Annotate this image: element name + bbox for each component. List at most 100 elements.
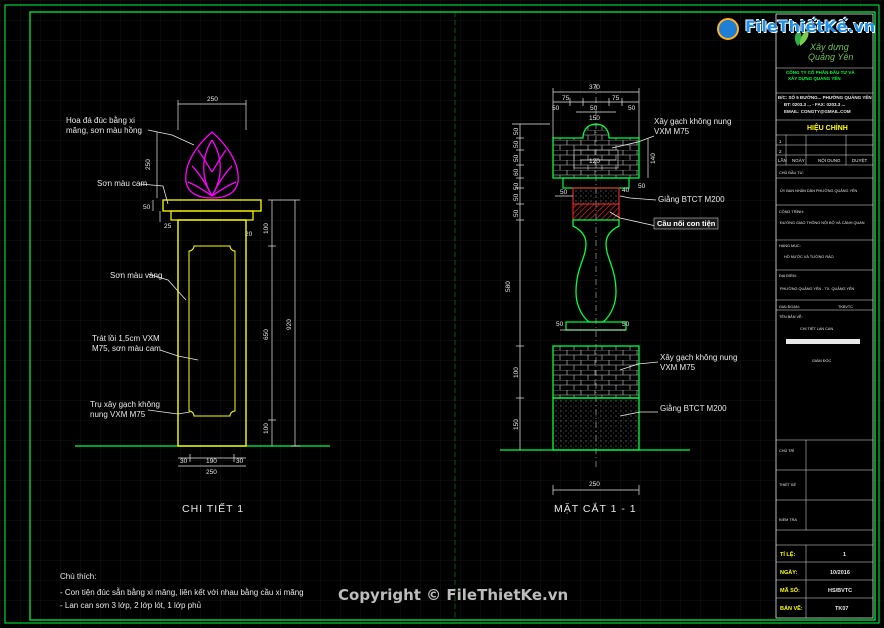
dim-cap-140: 140 [650,153,657,164]
dim-finial-h: 250 [145,159,152,170]
dim-left-50d: 50 [513,193,520,201]
dim-left-580: 580 [505,281,512,292]
label-beam-bot: Giằng BTCT M200 [660,404,727,413]
dim-side-40: 40 [622,187,630,194]
logo-text: FileThiếtKế.vn [745,17,876,36]
label-finial-line1: Hoa đá đúc bằng xi [66,116,135,125]
logo-badge-icon [717,18,739,40]
dim-top-50b: 50 [590,105,598,112]
dim-bot-total: 250 [206,469,217,476]
company-row-3: Đ/C: SỐ 5 ĐƯỜNG... PHƯỜNG QUẢNG YÊN [778,93,872,100]
rev-header-4: DUYỆT [852,156,868,163]
dim-top-75a: 75 [562,95,570,102]
section-title: MẶT CẮT 1 - 1 [554,502,637,515]
rev-header-1: LẦN [778,157,787,163]
dim-inner-120: 120 [589,158,600,165]
field-location-label: ĐỊA ĐIỂM: [779,273,797,278]
label-body-line2: nung VXM M75 [90,410,146,419]
label-beam-top: Giằng BTCT M200 [658,195,725,204]
label-brick-bot-line2: VXM M75 [660,363,696,372]
meta-code-value: HS/BVTC [828,588,852,594]
dim-panel-h: 650 [263,329,270,340]
meta-sheet-label: BẢN VẼ: [780,605,803,612]
dim-left-50c: 50 [513,154,520,162]
company-row-4: ĐT: 0203.3 ... - FAX: 0203.3 ... [784,102,845,107]
sign-row-3: KIỂM TRA [779,517,797,522]
dim-left-50b: 50 [513,140,520,148]
label-yellow: Sơn màu vàng [110,271,162,280]
field-director: GIÁM ĐỐC [812,358,831,363]
rev-header-2: NGÀY [792,157,805,163]
dim-top-width: 250 [207,96,218,103]
grid-background [0,0,884,628]
company-row-2: XÂY DỰNG QUẢNG YÊN [788,74,841,81]
label-baluster: Cầu nối con tiện [657,219,716,228]
dim-base-h: 100 [263,423,270,434]
dim-top-50a: 50 [552,105,560,112]
company-row-1: CÔNG TY CỔ PHẦN ĐẦU TƯ VÀ [786,68,855,75]
label-finial-line2: măng, sơn màu hồng [66,126,142,135]
dim-left-150: 150 [513,419,520,430]
field-item-label: HẠNG MỤC: [779,244,801,248]
revision-heading: HIỆU CHỈNH [807,123,848,132]
company-name-line1: Xây dựng [809,42,849,52]
dim-left-100: 100 [513,367,520,378]
label-brick-top-line1: Xây gạch không nung [654,117,731,126]
label-brick-top-line2: VXM M75 [654,127,690,136]
label-brick-bot-line1: Xây gạch không nung [660,353,737,362]
dim-side-50: 50 [638,183,646,190]
top-beam [572,187,620,205]
dim-top-total: 370 [589,84,600,91]
field-owner-value: ỦY BAN NHÂN DÂN PHƯỜNG QUẢNG YÊN [780,188,858,193]
sign-row-2: THIẾT KẾ [779,482,796,487]
field-drawing-label: TÊN BẢN VẼ: [779,314,803,319]
dim-inner-150: 150 [589,115,600,122]
dim-top-75b: 75 [612,95,620,102]
field-owner-label: CHỦ ĐẦU TƯ: [779,170,804,175]
company-name-line2: Quảng Yên [808,52,853,62]
field-project-value: ĐƯỜNG GIAO THÔNG NỘI BỘ VÀ CẢNH QUAN [780,220,865,225]
detail-1-title: CHI TIẾT 1 [182,502,244,515]
dim-bottom-total: 250 [589,481,600,488]
field-phase-value: TKBVTC [838,305,853,309]
lower-brick [552,345,640,399]
dim-bot-left: 30 [180,458,188,465]
note-item-1: - Con tiện đúc sẵn bằng xi măng, liên kế… [60,588,304,597]
dim-left-60: 60 [513,168,520,176]
filethietke-logo: FileThiếtKế.vn [717,16,875,42]
dim-left-50a: 50 [513,127,520,135]
dim-bot-mid: 190 [206,458,217,465]
copyright-watermark: Copyright © FileThietKe.vn [338,586,569,604]
dim-bot-right: 30 [236,458,244,465]
label-plaster-line1: Trát lồi 1,5cm VXM [92,334,160,343]
field-project-label: CÔNG TRÌNH: [779,209,804,214]
dim-cap-h: 50 [143,204,151,211]
notes-heading: Chú thích: [60,572,96,581]
dim-top-panel-h: 100 [263,223,270,234]
dim-small-20: 20 [245,231,253,238]
field-item-value: HỒ NƯỚC VÀ TƯỜNG RÀO [784,254,834,259]
field-phase-label: GIAI ĐOẠN: [779,305,800,309]
cad-drawing-canvas: Hoa đá đúc bằng xi măng, sơn màu hồng Sơ… [0,0,884,628]
dim-left-50f: 50 [513,182,520,190]
label-cap: Sơn màu cam [97,179,147,188]
label-plaster-line2: M75, sơn màu cam [92,344,161,353]
rev-header-3: NỘI DUNG [818,157,841,163]
sign-row-1: CHỦ TRÌ [779,448,794,453]
dim-total-h: 920 [286,319,293,330]
field-drawing-value: CHI TIẾT LAN CAN [800,326,833,331]
meta-code-label: MÃ SỐ: [780,587,800,594]
meta-date-label: NGÀY: [780,569,797,576]
label-body-line1: Trụ xây gạch không [90,400,160,409]
dim-beam-50: 50 [560,189,568,196]
dim-cap-off: 25 [164,223,172,230]
lower-beam [552,397,640,451]
dim-left-50e: 50 [513,209,520,217]
company-row-5: EMAIL: CONGTY@GMAIL.COM [784,109,851,114]
meta-date-value: 10/2016 [830,570,850,576]
note-item-2: - Lan can sơn 3 lớp, 2 lớp lót, 1 lớp ph… [60,601,201,610]
dim-base-50b: 50 [622,321,630,328]
dim-top-50c: 50 [628,105,636,112]
top-beam-hatch [572,203,620,221]
meta-scale-label: TỈ LỆ: [780,550,795,558]
